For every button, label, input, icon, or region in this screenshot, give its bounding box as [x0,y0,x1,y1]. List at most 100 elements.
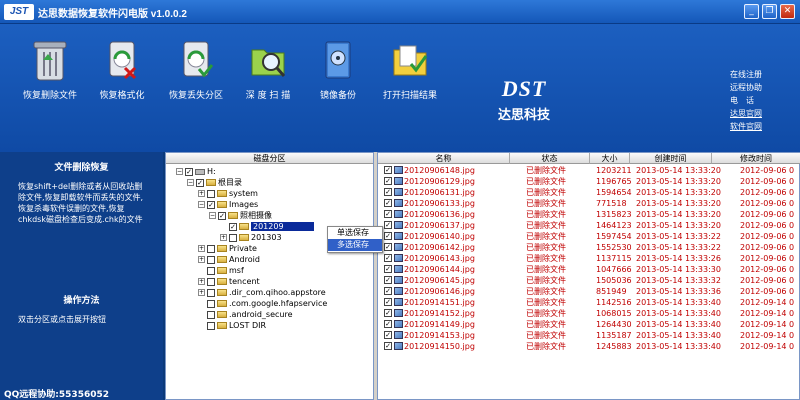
file-checkbox[interactable]: ✓ [384,243,392,251]
tree-checkbox[interactable] [207,244,215,253]
official-site-link[interactable]: 达思官网 [730,107,762,120]
tree-node[interactable]: + .dir_com.qihoo.appstore [198,287,326,298]
file-checkbox[interactable]: ✓ [384,276,392,284]
file-checkbox[interactable]: ✓ [384,342,392,350]
tree-node[interactable]: ✓ 201209 [220,221,314,232]
file-row[interactable]: ✓ 20120906133.jpg 已删除文件 771518 2013-05-14 13… [378,198,800,209]
file-row[interactable]: ✓ 20120914151.jpg 已删除文件 1142516 2013-05-14 1… [378,297,800,308]
file-checkbox[interactable]: ✓ [384,221,392,229]
tree-checkbox[interactable] [207,321,215,330]
tree-checkbox[interactable] [207,266,215,275]
file-row[interactable]: ✓ 20120906143.jpg 已删除文件 1137115 2013-05-14 1… [378,253,800,264]
file-checkbox[interactable]: ✓ [384,188,392,196]
tree-node[interactable]: +201303 [220,232,282,243]
tree-checkbox[interactable]: ✓ [218,211,226,220]
tree-checkbox[interactable]: ✓ [185,167,193,176]
tree-checkbox[interactable] [207,189,215,198]
file-created: 2013-05-14 13:33:40 [636,298,721,307]
file-checkbox[interactable]: ✓ [384,177,392,185]
file-row[interactable]: ✓ 20120906129.jpg 已删除文件 1196765 2013-05-14 1… [378,176,800,187]
tree-node[interactable]: − ✓ 根目录 [187,177,242,188]
tree-checkbox[interactable] [229,233,237,242]
tree-checkbox[interactable] [207,299,215,308]
tree-node[interactable]: msf [198,265,244,276]
tree-node[interactable]: LOST DIR [198,320,266,331]
expand-toggle-icon[interactable]: + [198,190,205,197]
file-row[interactable]: ✓ 20120906144.jpg 已删除文件 1047666 2013-05-14 1… [378,264,800,275]
partition-tree-pane[interactable]: 磁盘分区 − ✓ H: − ✓ 根目录 + system − ✓ Images − ✓ 照相摄像 ✓ 2012… [165,152,374,400]
tree-node[interactable]: − ✓ 照相摄像 [209,210,272,221]
software-site-link[interactable]: 软件官网 [730,120,762,133]
column-header-created[interactable]: 创建时间 [630,153,712,164]
single-save-menu-item[interactable]: 单选保存 [328,227,382,239]
file-checkbox[interactable]: ✓ [384,166,392,174]
online-register-link[interactable]: 在线注册 [730,68,762,81]
recover-partition-button[interactable]: 恢复丢失分区 [160,38,232,101]
jpg-file-icon [394,320,403,328]
expand-toggle-icon[interactable]: + [220,234,227,241]
file-checkbox[interactable]: ✓ [384,298,392,306]
expand-toggle-icon[interactable]: + [198,256,205,263]
tree-node[interactable]: + tencent [198,276,260,287]
file-row[interactable]: ✓ 20120906136.jpg 已删除文件 1315823 2013-05-14 1… [378,209,800,220]
multi-save-menu-item[interactable]: 多选保存 [328,239,382,251]
file-row[interactable]: ✓ 20120914152.jpg 已删除文件 1068015 2013-05-14 1… [378,308,800,319]
open-scan-results-button[interactable]: 打开扫描结果 [374,38,446,101]
file-row[interactable]: ✓ 20120906148.jpg 已删除文件 1203211 2013-05-14 1… [378,165,800,176]
remote-assist-link[interactable]: 远程协助 [730,81,762,94]
column-header-name[interactable]: 名称 [378,153,510,164]
tree-checkbox[interactable] [207,277,215,286]
tree-checkbox[interactable] [207,288,215,297]
tree-checkbox[interactable]: ✓ [229,222,237,231]
recover-deleted-button[interactable]: 恢复删除文件 [14,38,86,101]
tree-checkbox[interactable] [207,310,215,319]
file-checkbox[interactable]: ✓ [384,210,392,218]
column-header-modified[interactable]: 修改时间 [712,153,800,164]
file-row[interactable]: ✓ 20120914153.jpg 已删除文件 1135187 2013-05-14 1… [378,330,800,341]
file-checkbox[interactable]: ✓ [384,254,392,262]
expand-toggle-icon[interactable]: − [209,212,216,219]
tree-node[interactable]: .android_secure [198,309,293,320]
close-button[interactable]: ✕ [780,4,795,19]
file-checkbox[interactable]: ✓ [384,320,392,328]
expand-toggle-icon[interactable]: − [198,201,205,208]
file-checkbox[interactable]: ✓ [384,265,392,273]
expand-toggle-icon[interactable]: + [198,245,205,252]
file-checkbox[interactable]: ✓ [384,287,392,295]
restore-button[interactable]: ❐ [762,4,777,19]
file-row[interactable]: ✓ 20120906145.jpg 已删除文件 1505036 2013-05-14 1… [378,275,800,286]
tree-checkbox[interactable]: ✓ [196,178,204,187]
tree-node[interactable]: + system [198,188,258,199]
tree-node[interactable]: + Android [198,254,260,265]
column-header-size[interactable]: 大小 [590,153,630,164]
image-backup-button[interactable]: 镜像备份 [302,38,374,101]
expand-toggle-icon[interactable]: + [198,289,205,296]
expand-toggle-icon[interactable]: − [176,168,183,175]
minimize-button[interactable]: _ [744,4,759,19]
file-row[interactable]: ✓ 20120906131.jpg 已删除文件 1594654 2013-05-14 1… [378,187,800,198]
file-checkbox[interactable]: ✓ [384,309,392,317]
tree-node[interactable]: − ✓ Images [198,199,258,210]
phone-link[interactable]: 电 话 [730,94,762,107]
tree-node-label: tencent [229,277,260,286]
expand-toggle-icon[interactable]: − [187,179,194,186]
file-row[interactable]: ✓ 20120914149.jpg 已删除文件 1264430 2013-05-14 1… [378,319,800,330]
file-checkbox[interactable]: ✓ [384,331,392,339]
tree-checkbox[interactable]: ✓ [207,200,215,209]
file-row[interactable]: ✓ 20120914150.jpg 已删除文件 1245883 2013-05-14 1… [378,341,800,352]
file-row[interactable]: ✓ 20120906140.jpg 已删除文件 1597454 2013-05-14 1… [378,231,800,242]
file-checkbox[interactable]: ✓ [384,232,392,240]
tree-checkbox[interactable] [207,255,215,264]
deep-scan-button[interactable]: 深 度 扫 描 [232,38,304,101]
column-header-status[interactable]: 状态 [510,153,590,164]
recover-format-button[interactable]: 恢复格式化 [86,38,158,101]
file-row[interactable]: ✓ 20120906146.jpg 已删除文件 851949 2013-05-14 13… [378,286,800,297]
tree-node[interactable]: .com.google.hfapservice [198,298,327,309]
file-checkbox[interactable]: ✓ [384,199,392,207]
file-row[interactable]: ✓ 20120906137.jpg 已删除文件 1464123 2013-05-14 1… [378,220,800,231]
file-list-pane[interactable]: 名称 状态 大小 创建时间 修改时间 ✓ 20120906148.jpg 已删除文件… [377,152,800,400]
tree-node[interactable]: + Private [198,243,257,254]
tree-node[interactable]: − ✓ H: [176,166,216,177]
expand-toggle-icon[interactable]: + [198,278,205,285]
file-row[interactable]: ✓ 20120906142.jpg 已删除文件 1552530 2013-05-14 1… [378,242,800,253]
